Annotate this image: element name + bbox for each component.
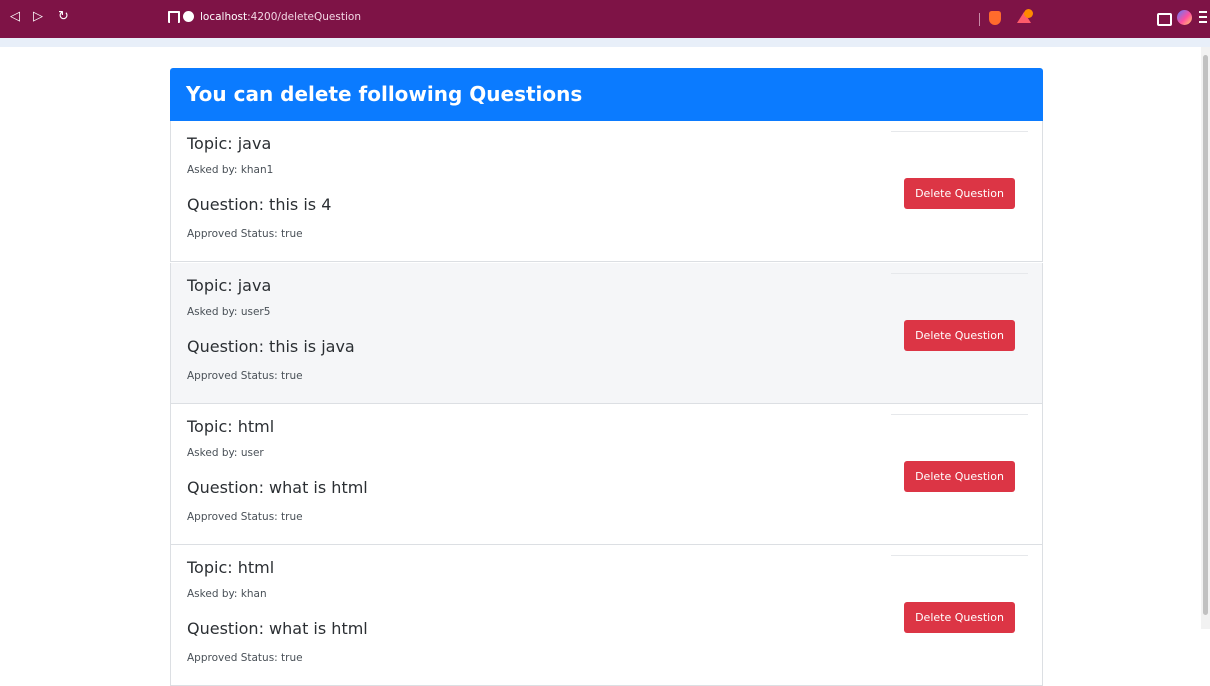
question-author: Asked by: user (187, 447, 264, 459)
question-author: Asked by: khan1 (187, 164, 274, 176)
question-author: Asked by: user5 (187, 306, 271, 318)
question-item: Topic: html Asked by: user Question: wha… (170, 404, 1043, 545)
question-text: Question: what is html (187, 478, 368, 497)
address-bar[interactable]: localhost:4200/deleteQuestion (200, 10, 361, 24)
card-header: You can delete following Questions (170, 68, 1043, 121)
divider (891, 414, 1028, 415)
toolbar-divider (979, 13, 980, 26)
page-title: You can delete following Questions (186, 82, 583, 106)
divider (891, 131, 1028, 132)
question-item: Topic: html Asked by: khan Question: wha… (170, 545, 1043, 686)
bookmarks-strip (0, 38, 1210, 47)
approved-status: Approved Status: true (187, 511, 303, 523)
delete-question-button[interactable]: Delete Question (904, 602, 1015, 633)
reload-icon[interactable]: ↻ (58, 10, 69, 23)
url-host: localhost (200, 11, 248, 23)
question-topic: Topic: java (187, 276, 272, 295)
question-list: Topic: java Asked by: khan1 Question: th… (170, 121, 1043, 686)
brave-shield-icon[interactable] (989, 11, 1001, 25)
question-text: Question: what is html (187, 619, 368, 638)
menu-icon[interactable] (1199, 11, 1207, 26)
question-topic: Topic: java (187, 134, 272, 153)
question-item: Topic: java Asked by: khan1 Question: th… (170, 121, 1043, 262)
delete-question-button[interactable]: Delete Question (904, 320, 1015, 351)
info-icon[interactable] (183, 11, 194, 22)
scrollbar-thumb[interactable] (1203, 55, 1208, 615)
divider (891, 273, 1028, 274)
back-icon[interactable]: ◁ (10, 10, 20, 23)
question-topic: Topic: html (187, 417, 275, 436)
question-text: Question: this is 4 (187, 195, 332, 214)
browser-toolbar: ◁ ▷ ↻ localhost:4200/deleteQuestion (0, 0, 1210, 38)
rewards-badge (1024, 9, 1033, 18)
delete-question-button[interactable]: Delete Question (904, 461, 1015, 492)
question-text: Question: this is java (187, 337, 355, 356)
approved-status: Approved Status: true (187, 370, 303, 382)
bookmark-icon[interactable] (168, 11, 180, 23)
page-scrollbar[interactable] (1201, 47, 1210, 629)
question-topic: Topic: html (187, 558, 275, 577)
divider (891, 555, 1028, 556)
forward-icon[interactable]: ▷ (33, 10, 43, 23)
approved-status: Approved Status: true (187, 228, 303, 240)
delete-question-button[interactable]: Delete Question (904, 178, 1015, 209)
url-path: :4200/deleteQuestion (247, 11, 361, 23)
profile-avatar[interactable] (1177, 10, 1192, 25)
question-author: Asked by: khan (187, 588, 267, 600)
wallet-icon[interactable] (1157, 13, 1172, 26)
question-item: Topic: java Asked by: user5 Question: th… (170, 263, 1043, 404)
approved-status: Approved Status: true (187, 652, 303, 664)
